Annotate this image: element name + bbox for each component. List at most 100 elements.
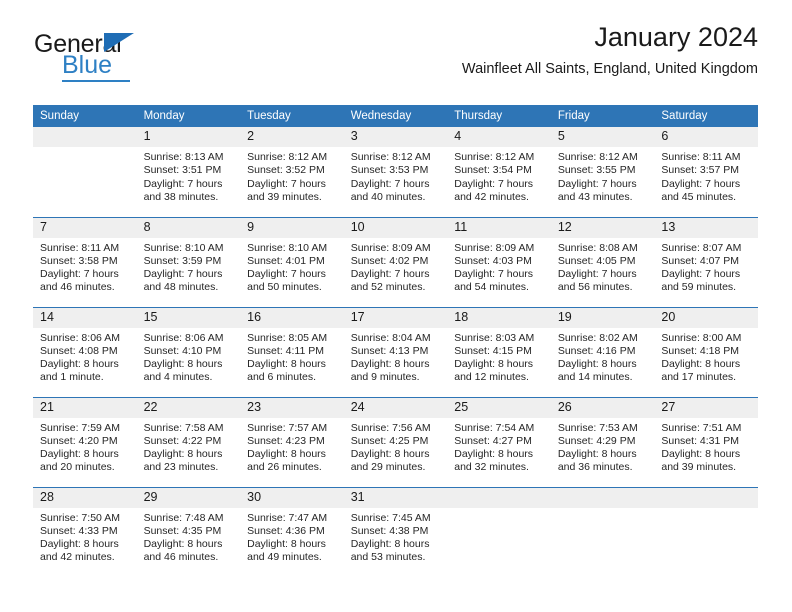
day-number: 3 — [343, 127, 448, 148]
day-cell[interactable]: 26 Sunrise: 7:53 AM Sunset: 4:29 PM Dayligh… — [550, 396, 655, 487]
day-cell[interactable]: 20 Sunrise: 8:00 AM Sunset: 4:18 PM Dayligh… — [654, 306, 758, 397]
sun-info-line: and 32 minutes. — [454, 461, 529, 474]
day-cell[interactable]: 23 Sunrise: 7:57 AM Sunset: 4:23 PM Dayligh… — [240, 396, 344, 487]
sun-info-line: Sunrise: 7:47 AM — [247, 511, 328, 524]
sun-info-line: Sunrise: 7:48 AM — [143, 511, 224, 524]
sun-info-line: Sunrise: 8:09 AM — [350, 241, 431, 254]
day-sun-info: Sunrise: 8:12 AM Sunset: 3:52 PM Daylight:… — [240, 147, 344, 204]
day-cell[interactable]: 6 Sunrise: 8:11 AM Sunset: 3:57 PM Daylight… — [654, 127, 758, 217]
sun-info-line: Daylight: 7 hours — [247, 268, 326, 281]
sun-info-line: Sunset: 4:18 PM — [661, 344, 740, 357]
day-number: 8 — [136, 217, 241, 238]
page-title: January 2024 — [594, 22, 758, 52]
sun-info-line: Sunset: 4:38 PM — [350, 524, 429, 537]
sun-info-line: Sunset: 4:27 PM — [454, 434, 532, 447]
day-sun-info: Sunrise: 8:13 AM Sunset: 3:51 PM Daylight:… — [137, 147, 241, 204]
day-sun-info: Sunrise: 8:03 AM Sunset: 4:15 PM Daylight:… — [447, 328, 551, 385]
sun-info-line: and 17 minutes. — [661, 371, 737, 384]
calendar-week-row: 7 Sunrise: 8:11 AM Sunset: 3:58 PM Daylight… — [33, 216, 758, 307]
day-cell[interactable]: 8 Sunrise: 8:10 AM Sunset: 3:59 PM Daylight… — [136, 216, 241, 307]
sun-info-line: Daylight: 8 hours — [350, 358, 430, 371]
sun-info-line: and 14 minutes. — [557, 371, 633, 384]
day-number: 4 — [447, 127, 551, 148]
day-cell[interactable]: 9 Sunrise: 8:10 AM Sunset: 4:01 PM Daylight… — [240, 216, 344, 307]
day-sun-info: Sunrise: 7:54 AM Sunset: 4:27 PM Daylight:… — [447, 418, 551, 475]
day-cell[interactable]: 13 Sunrise: 8:07 AM Sunset: 4:07 PM Dayligh… — [654, 216, 758, 307]
day-cell[interactable]: 14 Sunrise: 8:06 AM Sunset: 4:08 PM Dayligh… — [33, 306, 137, 397]
day-cell[interactable]: 24 Sunrise: 7:56 AM Sunset: 4:25 PM Dayligh… — [343, 396, 448, 487]
day-number: 9 — [240, 217, 344, 238]
day-number: 1 — [136, 127, 241, 148]
sun-info-line: Sunrise: 7:50 AM — [40, 511, 120, 524]
day-sun-info: Sunrise: 8:09 AM Sunset: 4:02 PM Daylight:… — [344, 238, 448, 295]
day-cell[interactable]: 30 Sunrise: 7:47 AM Sunset: 4:36 PM Dayligh… — [240, 486, 344, 577]
day-cell[interactable]: 18 Sunrise: 8:03 AM Sunset: 4:15 PM Dayligh… — [447, 306, 551, 397]
day-cell[interactable]: 11 Sunrise: 8:09 AM Sunset: 4:03 PM Dayligh… — [447, 216, 551, 307]
sun-info-line: and 40 minutes. — [350, 190, 426, 203]
weekday-header-friday: Friday — [550, 105, 655, 127]
day-number: 2 — [240, 127, 344, 148]
sun-info-line: Daylight: 8 hours — [454, 358, 534, 371]
sun-info-line: and 48 minutes. — [143, 281, 219, 294]
calendar-week-row: 14 Sunrise: 8:06 AM Sunset: 4:08 PM Dayligh… — [33, 306, 758, 397]
sun-info-line: Daylight: 7 hours — [143, 268, 223, 281]
sun-info-line: Daylight: 8 hours — [661, 448, 741, 461]
day-cell[interactable]: 5 Sunrise: 8:12 AM Sunset: 3:55 PM Daylight… — [550, 127, 655, 217]
day-number: 28 — [33, 487, 137, 508]
day-sun-info: Sunrise: 7:51 AM Sunset: 4:31 PM Daylight:… — [654, 418, 758, 475]
day-cell[interactable]: 27 Sunrise: 7:51 AM Sunset: 4:31 PM Dayligh… — [654, 396, 758, 487]
day-sun-info: Sunrise: 8:08 AM Sunset: 4:05 PM Daylight:… — [551, 238, 655, 295]
sun-info-line: Daylight: 8 hours — [40, 538, 119, 551]
day-cell[interactable]: 2 Sunrise: 8:12 AM Sunset: 3:52 PM Daylight… — [240, 127, 344, 217]
sun-info-line: Daylight: 8 hours — [247, 538, 326, 551]
day-cell[interactable]: 1 Sunrise: 8:13 AM Sunset: 3:51 PM Daylight… — [136, 127, 241, 217]
day-cell[interactable]: 15 Sunrise: 8:06 AM Sunset: 4:10 PM Dayligh… — [136, 306, 241, 397]
sun-info-line: Sunset: 4:02 PM — [350, 254, 429, 267]
sun-info-line: Sunset: 4:23 PM — [247, 434, 325, 447]
day-cell[interactable]: 17 Sunrise: 8:04 AM Sunset: 4:13 PM Dayligh… — [343, 306, 448, 397]
day-cell[interactable]: 16 Sunrise: 8:05 AM Sunset: 4:11 PM Dayligh… — [240, 306, 344, 397]
day-cell[interactable]: 12 Sunrise: 8:08 AM Sunset: 4:05 PM Dayligh… — [550, 216, 655, 307]
sun-info-line: Sunset: 3:51 PM — [143, 164, 222, 177]
sun-info-line: Sunrise: 8:12 AM — [350, 151, 431, 164]
day-sun-info: Sunrise: 8:11 AM Sunset: 3:57 PM Daylight:… — [654, 147, 758, 204]
day-cell[interactable]: 7 Sunrise: 8:11 AM Sunset: 3:58 PM Daylight… — [33, 216, 137, 307]
sun-info-line: Daylight: 8 hours — [143, 538, 223, 551]
day-sun-info — [654, 508, 758, 512]
sun-info-line: Daylight: 7 hours — [557, 177, 637, 190]
day-cell[interactable]: 29 Sunrise: 7:48 AM Sunset: 4:35 PM Dayligh… — [136, 486, 241, 577]
sun-info-line: Daylight: 7 hours — [661, 268, 741, 281]
title-block: January 2024 Wainfleet All Saints, Engla… — [462, 22, 758, 77]
sun-info-line: Sunset: 4:03 PM — [454, 254, 532, 267]
day-cell[interactable]: 19 Sunrise: 8:02 AM Sunset: 4:16 PM Dayligh… — [550, 306, 655, 397]
day-cell[interactable]: 10 Sunrise: 8:09 AM Sunset: 4:02 PM Dayligh… — [343, 216, 448, 307]
day-cell[interactable]: 21 Sunrise: 7:59 AM Sunset: 4:20 PM Dayligh… — [33, 396, 137, 487]
day-number: 14 — [33, 307, 137, 328]
day-number: 5 — [550, 127, 655, 148]
day-sun-info: Sunrise: 8:12 AM Sunset: 3:55 PM Daylight:… — [551, 147, 655, 204]
day-cell[interactable]: 31 Sunrise: 7:45 AM Sunset: 4:38 PM Dayligh… — [343, 486, 448, 577]
sun-info-line: Sunset: 4:25 PM — [350, 434, 429, 447]
day-cell[interactable]: 4 Sunrise: 8:12 AM Sunset: 3:54 PM Daylight… — [447, 127, 551, 217]
weekday-header-thursday: Thursday — [447, 105, 551, 127]
sun-info-line: Sunset: 4:05 PM — [557, 254, 636, 267]
sun-info-line: Sunrise: 7:57 AM — [247, 421, 328, 434]
sun-info-line: Sunset: 3:53 PM — [350, 164, 429, 177]
calendar-page: General Blue January 2024 Wainfleet All … — [0, 0, 792, 612]
sun-info-line: Sunrise: 8:11 AM — [661, 151, 741, 164]
page-subtitle: Wainfleet All Saints, England, United Ki… — [461, 60, 758, 77]
day-cell[interactable]: 3 Sunrise: 8:12 AM Sunset: 3:53 PM Daylight… — [343, 127, 448, 217]
sun-info-line: Daylight: 8 hours — [454, 448, 534, 461]
day-cell[interactable]: 25 Sunrise: 7:54 AM Sunset: 4:27 PM Dayligh… — [447, 396, 551, 487]
sun-info-line: Sunset: 4:16 PM — [557, 344, 636, 357]
sun-info-line: Sunrise: 8:06 AM — [143, 331, 224, 344]
sun-info-line: Sunrise: 8:07 AM — [661, 241, 742, 254]
sun-info-line: Daylight: 8 hours — [40, 448, 119, 461]
sun-info-line: Sunset: 4:01 PM — [247, 254, 325, 267]
day-cell[interactable]: 28 Sunrise: 7:50 AM Sunset: 4:33 PM Dayligh… — [33, 486, 137, 577]
sun-info-line: Sunrise: 7:45 AM — [350, 511, 431, 524]
sun-info-line: Sunrise: 8:12 AM — [454, 151, 535, 164]
day-sun-info: Sunrise: 8:10 AM Sunset: 3:59 PM Daylight:… — [137, 238, 241, 295]
day-cell[interactable]: 22 Sunrise: 7:58 AM Sunset: 4:22 PM Dayligh… — [136, 396, 241, 487]
sun-info-line: Daylight: 7 hours — [454, 268, 534, 281]
